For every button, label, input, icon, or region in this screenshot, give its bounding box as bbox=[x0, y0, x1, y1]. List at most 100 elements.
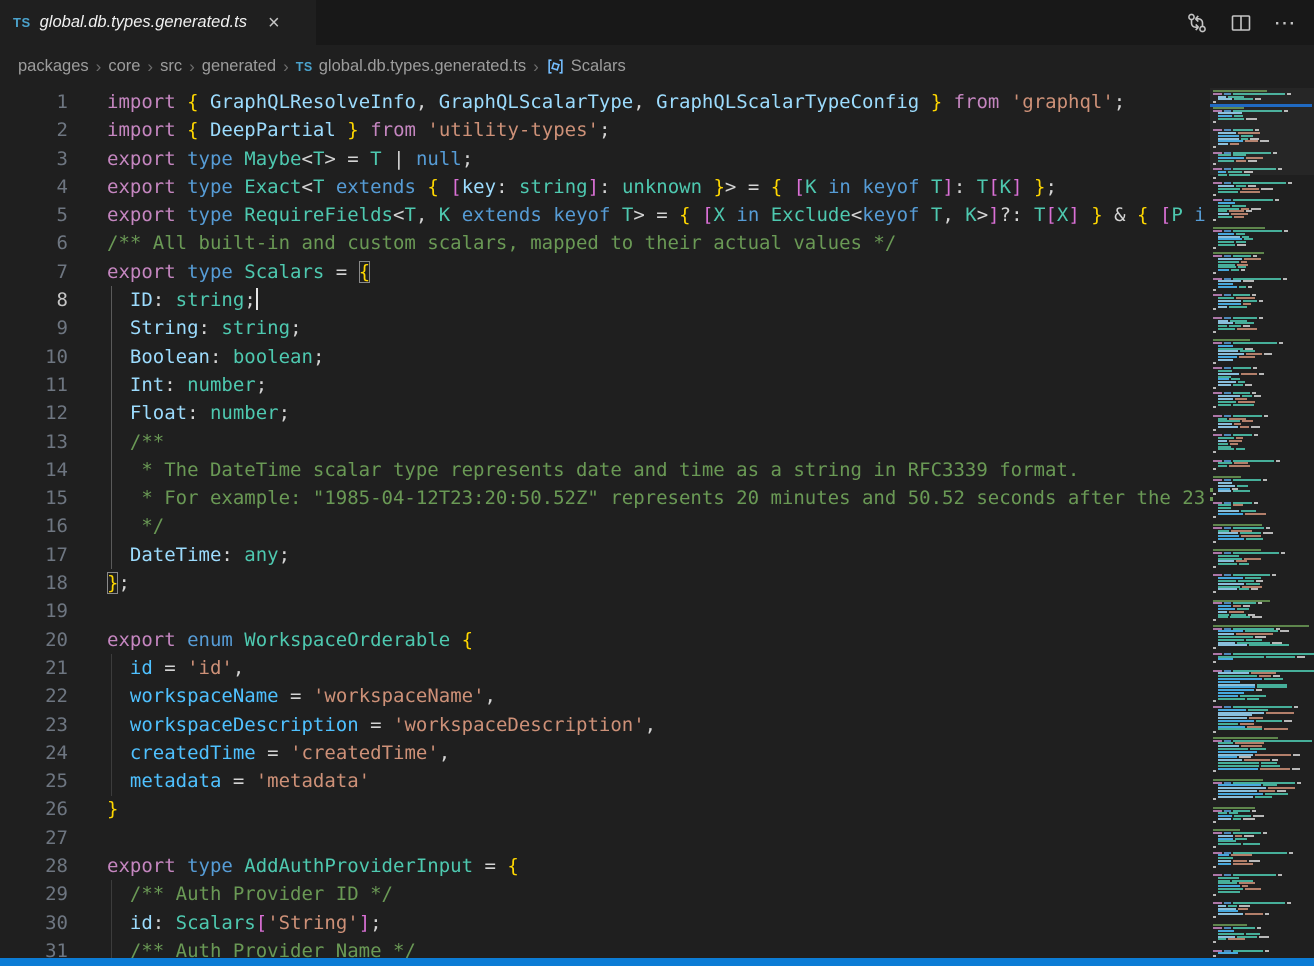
code-text: ID: string; bbox=[107, 286, 258, 314]
code-line[interactable]: 10 Boolean: boolean; bbox=[0, 343, 1210, 371]
code-line[interactable]: 17 DateTime: any; bbox=[0, 541, 1210, 569]
code-line[interactable]: 11 Int: number; bbox=[0, 371, 1210, 399]
breadcrumb: packages›core›src›generated›TSglobal.db.… bbox=[0, 45, 1210, 88]
code-line[interactable]: 5 export type RequireFields<T, K extends … bbox=[0, 201, 1210, 229]
line-number: 8 bbox=[0, 286, 90, 314]
breadcrumb-item[interactable]: core bbox=[108, 57, 140, 76]
line-number: 22 bbox=[0, 682, 90, 710]
line-number: 29 bbox=[0, 880, 90, 908]
code-line[interactable]: 27 bbox=[0, 824, 1210, 852]
code-text: Float: number; bbox=[107, 399, 290, 427]
code-text: Boolean: boolean; bbox=[107, 343, 324, 371]
code-line[interactable]: 24 createdTime = 'createdTime', bbox=[0, 739, 1210, 767]
editor-tab[interactable]: TS global.db.types.generated.ts × bbox=[0, 0, 316, 45]
open-changes-icon[interactable] bbox=[1180, 8, 1214, 38]
code-line[interactable]: 23 workspaceDescription = 'workspaceDesc… bbox=[0, 711, 1210, 739]
chevron-separator: › bbox=[283, 57, 289, 77]
line-number: 31 bbox=[0, 937, 90, 958]
code-text: import { GraphQLResolveInfo, GraphQLScal… bbox=[107, 88, 1125, 116]
line-number: 13 bbox=[0, 428, 90, 456]
code-text: import { DeepPartial } from 'utility-typ… bbox=[107, 116, 610, 144]
chevron-separator: › bbox=[189, 57, 195, 77]
breadcrumb-label: global.db.types.generated.ts bbox=[319, 57, 526, 76]
indent-guide bbox=[111, 654, 112, 796]
code-line[interactable]: 20export enum WorkspaceOrderable { bbox=[0, 626, 1210, 654]
line-number: 6 bbox=[0, 229, 90, 257]
line-number: 1 bbox=[0, 88, 90, 116]
code-line[interactable]: 14 * The DateTime scalar type represents… bbox=[0, 456, 1210, 484]
breadcrumb-label: core bbox=[108, 57, 140, 76]
code-text: export type RequireFields<T, K extends k… bbox=[107, 201, 1206, 229]
line-number: 11 bbox=[0, 371, 90, 399]
breadcrumb-item[interactable]: src bbox=[160, 57, 182, 76]
breadcrumb-item[interactable]: Scalars bbox=[546, 57, 626, 76]
code-line[interactable]: 19 bbox=[0, 597, 1210, 625]
split-editor-icon[interactable] bbox=[1224, 8, 1258, 38]
code-text: export type Scalars = { bbox=[107, 258, 370, 286]
code-line[interactable]: 12 Float: number; bbox=[0, 399, 1210, 427]
code-line[interactable]: 2 import { DeepPartial } from 'utility-ty… bbox=[0, 116, 1210, 144]
code-line[interactable]: 1 import { GraphQLResolveInfo, GraphQLSca… bbox=[0, 88, 1210, 116]
code-text: /** bbox=[107, 428, 164, 456]
editor-actions: ⋯ bbox=[1180, 0, 1314, 45]
code-line[interactable]: 8 ID: string; bbox=[0, 286, 1210, 314]
chevron-separator: › bbox=[96, 57, 102, 77]
code-text: id: Scalars['String']; bbox=[107, 909, 382, 937]
code-line[interactable]: 29 /** Auth Provider ID */ bbox=[0, 880, 1210, 908]
code-editor[interactable]: 1 import { GraphQLResolveInfo, GraphQLSca… bbox=[0, 88, 1210, 958]
close-tab-icon[interactable]: × bbox=[264, 11, 284, 35]
line-number: 17 bbox=[0, 541, 90, 569]
breadcrumb-item[interactable]: packages bbox=[18, 57, 89, 76]
code-line[interactable]: 30 id: Scalars['String']; bbox=[0, 909, 1210, 937]
line-number: 30 bbox=[0, 909, 90, 937]
code-text: } bbox=[107, 795, 118, 823]
code-text: * For example: "1985-04-12T23:20:50.52Z"… bbox=[107, 484, 1205, 512]
more-actions-icon[interactable]: ⋯ bbox=[1268, 8, 1302, 38]
minimap[interactable] bbox=[1210, 88, 1314, 958]
minimap-viewport[interactable] bbox=[1210, 88, 1314, 175]
code-text: workspaceDescription = 'workspaceDescrip… bbox=[107, 711, 656, 739]
line-number: 24 bbox=[0, 739, 90, 767]
minimap-change-marker bbox=[1210, 497, 1213, 501]
code-text: metadata = 'metadata' bbox=[107, 767, 370, 795]
breadcrumb-item[interactable]: generated bbox=[202, 57, 276, 76]
indent-guide bbox=[111, 880, 112, 958]
line-number: 21 bbox=[0, 654, 90, 682]
code-line[interactable]: 7export type Scalars = { bbox=[0, 258, 1210, 286]
symbol-type-icon bbox=[546, 57, 565, 76]
code-line[interactable]: 31 /** Auth Provider Name */ bbox=[0, 937, 1210, 958]
code-text: export type Maybe<T> = T | null; bbox=[107, 145, 473, 173]
code-line[interactable]: 25 metadata = 'metadata' bbox=[0, 767, 1210, 795]
code-text: }; bbox=[107, 569, 130, 597]
line-number: 15 bbox=[0, 484, 90, 512]
code-line[interactable]: 28export type AddAuthProviderInput = { bbox=[0, 852, 1210, 880]
breadcrumb-label: generated bbox=[202, 57, 276, 76]
code-text: workspaceName = 'workspaceName', bbox=[107, 682, 496, 710]
code-line[interactable]: 6/** All built-in and custom scalars, ma… bbox=[0, 229, 1210, 257]
code-line[interactable]: 18}; bbox=[0, 569, 1210, 597]
code-text: /** Auth Provider ID */ bbox=[107, 880, 393, 908]
code-line[interactable]: 26} bbox=[0, 795, 1210, 823]
code-text: id = 'id', bbox=[107, 654, 244, 682]
line-number: 2 bbox=[0, 116, 90, 144]
code-line[interactable]: 3export type Maybe<T> = T | null; bbox=[0, 145, 1210, 173]
line-number: 23 bbox=[0, 711, 90, 739]
line-number: 25 bbox=[0, 767, 90, 795]
code-text: createdTime = 'createdTime', bbox=[107, 739, 450, 767]
status-bar bbox=[0, 958, 1314, 966]
code-line[interactable]: 4export type Exact<T extends { [key: str… bbox=[0, 173, 1210, 201]
code-line[interactable]: 15 * For example: "1985-04-12T23:20:50.5… bbox=[0, 484, 1210, 512]
code-text: Int: number; bbox=[107, 371, 267, 399]
code-line[interactable]: 22 workspaceName = 'workspaceName', bbox=[0, 682, 1210, 710]
code-line[interactable]: 13 /** bbox=[0, 428, 1210, 456]
code-line[interactable]: 9 String: string; bbox=[0, 314, 1210, 342]
code-line[interactable]: 21 id = 'id', bbox=[0, 654, 1210, 682]
code-text: * The DateTime scalar type represents da… bbox=[107, 456, 1079, 484]
breadcrumb-label: packages bbox=[18, 57, 89, 76]
breadcrumb-item[interactable]: TSglobal.db.types.generated.ts bbox=[296, 57, 526, 76]
code-line[interactable]: 16 */ bbox=[0, 512, 1210, 540]
line-number: 19 bbox=[0, 597, 90, 625]
code-text: /** Auth Provider Name */ bbox=[107, 937, 416, 958]
line-number: 5 bbox=[0, 201, 90, 229]
minimap-change-marker bbox=[1210, 488, 1213, 492]
